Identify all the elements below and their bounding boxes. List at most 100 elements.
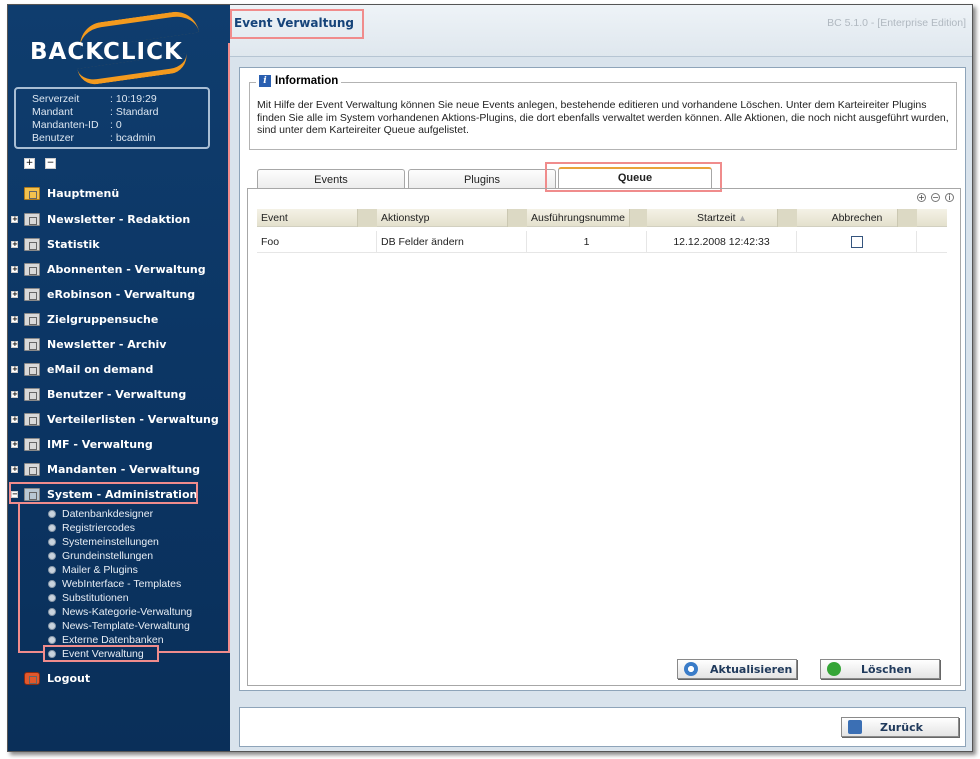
session-key: Mandant <box>32 106 73 118</box>
subnav-item-mailer-plugins[interactable]: Mailer & Plugins <box>48 563 138 577</box>
subnav-item-datenbankdesigner[interactable]: Datenbankdesigner <box>48 507 153 521</box>
collapse-icon[interactable]: − <box>11 490 18 498</box>
page-title: Event Verwaltung <box>234 16 355 30</box>
nav-label: System - Administration <box>47 487 198 501</box>
collapse-icon[interactable]: − <box>931 193 940 202</box>
version-label: BC 5.1.0 - [Enterprise Edition] <box>827 17 966 29</box>
zurueck-button[interactable]: Zurück <box>841 717 959 737</box>
nav-item-mandanten-verwaltung[interactable]: + Mandanten - Verwaltung <box>8 458 230 480</box>
folder-icon <box>24 237 40 251</box>
column-header-label: Ausführungsnumme <box>531 212 625 224</box>
nav-item-newsletter-archiv[interactable]: + Newsletter - Archiv <box>8 333 230 355</box>
subnav-item-substitutionen[interactable]: Substitutionen <box>48 591 129 605</box>
session-row: Serverzeit: 10:19:29 <box>32 93 208 106</box>
gear-icon <box>48 552 56 560</box>
subnav-label: Externe Datenbanken <box>62 634 164 646</box>
tab-events[interactable]: Events <box>257 169 405 189</box>
expand-icon[interactable]: + <box>11 265 18 273</box>
column-resizer[interactable] <box>507 209 527 227</box>
column-header-ausfuehrungsnummer[interactable]: Ausführungsnumme <box>527 209 647 227</box>
expand-icon[interactable]: + <box>11 290 18 298</box>
column-header-label: Event <box>261 212 288 224</box>
subnav-label: WebInterface - Templates <box>62 578 182 590</box>
expand-icon[interactable]: + <box>917 193 926 202</box>
column-resizer[interactable] <box>897 209 917 227</box>
nav-label: Newsletter - Redaktion <box>47 212 191 226</box>
column-header-event[interactable]: Event <box>257 209 377 227</box>
expand-icon[interactable]: + <box>11 440 18 448</box>
expand-icon[interactable]: + <box>11 365 18 373</box>
expand-icon[interactable]: + <box>11 340 18 348</box>
folder-icon <box>24 212 40 226</box>
nav-item-verteilerlisten-verwaltung[interactable]: + Verteilerlisten - Verwaltung <box>8 408 230 430</box>
nav-label: Zielgruppensuche <box>47 312 159 326</box>
sidebar: BACKCLICK Serverzeit: 10:19:29 Mandant: … <box>8 5 230 751</box>
nav-item-erobinson-verwaltung[interactable]: + eRobinson - Verwaltung <box>8 283 230 305</box>
session-row: Benutzer: bcadmin <box>32 132 208 145</box>
nav-label: IMF - Verwaltung <box>47 437 153 451</box>
subnav-label: Datenbankdesigner <box>62 508 154 520</box>
queue-panel: + − i Event Aktionstyp Ausführungsnumme … <box>247 188 961 686</box>
column-header-startzeit[interactable]: Startzeit ▲ <box>647 209 797 227</box>
subnav-label: Event Verwaltung <box>62 648 144 660</box>
expand-icon[interactable]: + <box>11 315 18 323</box>
nav-item-abonnenten-verwaltung[interactable]: + Abonnenten - Verwaltung <box>8 258 230 280</box>
gear-icon <box>48 594 56 602</box>
subnav-label: Systemeinstellungen <box>62 536 159 548</box>
column-resizer[interactable] <box>777 209 797 227</box>
expand-icon[interactable]: + <box>11 215 18 223</box>
subnav-item-grundeinstellungen[interactable]: Grundeinstellungen <box>48 549 153 563</box>
expand-icon[interactable]: + <box>11 390 18 398</box>
application-window: BACKCLICK Serverzeit: 10:19:29 Mandant: … <box>7 4 973 752</box>
session-key: Serverzeit <box>32 93 80 105</box>
subnav-item-registriercodes[interactable]: Registriercodes <box>48 521 135 535</box>
info-icon[interactable]: i <box>945 193 954 202</box>
subnav-label: Registriercodes <box>62 522 135 534</box>
subnav-item-externe-datenbanken[interactable]: Externe Datenbanken <box>48 633 164 647</box>
column-resizer[interactable] <box>629 209 647 227</box>
abbrechen-checkbox[interactable] <box>850 236 863 249</box>
tab-queue[interactable]: Queue <box>558 167 712 189</box>
expand-icon[interactable]: + <box>11 240 18 248</box>
subnav-item-news-kategorie[interactable]: News-Kategorie-Verwaltung <box>48 605 192 619</box>
subnav-label: News-Template-Verwaltung <box>62 620 190 632</box>
refresh-icon <box>684 662 698 676</box>
nav-item-hauptmenue[interactable]: Hauptmenü <box>8 182 230 204</box>
expand-icon[interactable]: + <box>11 465 18 473</box>
aktualisieren-button[interactable]: Aktualisieren <box>677 659 797 679</box>
footer-bar: Zurück <box>239 707 966 747</box>
nav-item-newsletter-redaktion[interactable]: + Newsletter - Redaktion <box>8 208 230 230</box>
aktualisieren-label: Aktualisieren <box>710 662 793 676</box>
cell-aktionstyp: DB Felder ändern <box>377 231 527 253</box>
tab-plugins[interactable]: Plugins <box>408 169 556 189</box>
session-value: : Standard <box>110 106 159 118</box>
nav-item-imf-verwaltung[interactable]: + IMF - Verwaltung <box>8 433 230 455</box>
gear-icon <box>48 566 56 574</box>
table-row[interactable]: Foo DB Felder ändern 1 12.12.2008 12:42:… <box>257 231 947 253</box>
nav-item-zielgruppensuche[interactable]: + Zielgruppensuche <box>8 308 230 330</box>
cell-startzeit: 12.12.2008 12:42:33 <box>647 231 797 253</box>
cell-event: Foo <box>257 231 377 253</box>
session-row: Mandanten-ID: 0 <box>32 119 208 132</box>
nav-label: Newsletter - Archiv <box>47 337 167 351</box>
gear-icon <box>48 622 56 630</box>
column-header-aktionstyp[interactable]: Aktionstyp <box>377 209 527 227</box>
nav-item-logout[interactable]: Logout <box>8 667 230 689</box>
collapse-all-button[interactable]: − <box>45 158 56 169</box>
nav-item-benutzer-verwaltung[interactable]: + Benutzer - Verwaltung <box>8 383 230 405</box>
back-icon <box>848 720 862 734</box>
column-header-label: Aktionstyp <box>381 212 430 224</box>
subnav-item-webinterface-templates[interactable]: WebInterface - Templates <box>48 577 181 591</box>
column-resizer[interactable] <box>357 209 377 227</box>
expand-all-button[interactable]: + <box>24 158 35 169</box>
nav-item-statistik[interactable]: + Statistik <box>8 233 230 255</box>
column-header-abbrechen[interactable]: Abbrechen <box>797 209 917 227</box>
subnav-item-systemeinstellungen[interactable]: Systemeinstellungen <box>48 535 159 549</box>
loeschen-button[interactable]: Löschen <box>820 659 940 679</box>
nav-item-system-administration[interactable]: − System - Administration <box>8 483 230 505</box>
subnav-item-event-verwaltung[interactable]: Event Verwaltung <box>48 647 144 661</box>
annotation-arrow-line <box>18 504 20 652</box>
expand-icon[interactable]: + <box>11 415 18 423</box>
nav-item-email-on-demand[interactable]: + eMail on demand <box>8 358 230 380</box>
subnav-item-news-template[interactable]: News-Template-Verwaltung <box>48 619 190 633</box>
